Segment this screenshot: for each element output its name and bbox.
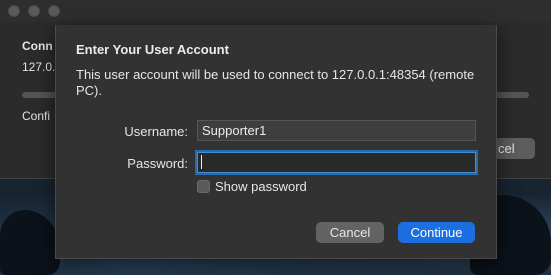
parent-heading: Conn [22, 39, 53, 53]
username-field[interactable] [197, 120, 476, 141]
username-label: Username: [124, 124, 188, 139]
text-caret [201, 155, 202, 169]
show-password-label[interactable]: Show password [215, 179, 307, 194]
user-account-dialog: Enter Your User Account This user accoun… [55, 25, 497, 259]
close-window-icon[interactable] [8, 5, 20, 17]
password-label: Password: [127, 156, 188, 171]
parent-status: Confi [22, 109, 51, 123]
dialog-message: This user account will be used to connec… [76, 67, 475, 98]
minimize-window-icon[interactable] [28, 5, 40, 17]
show-password-checkbox[interactable] [197, 180, 210, 193]
password-field[interactable] [197, 152, 476, 173]
dialog-title: Enter Your User Account [76, 42, 229, 57]
continue-button[interactable]: Continue [398, 222, 475, 243]
parent-address: 127.0. [22, 60, 56, 74]
zoom-window-icon[interactable] [48, 5, 60, 17]
wallpaper-rock [0, 210, 60, 275]
parent-titlebar [0, 0, 551, 22]
cancel-button[interactable]: Cancel [316, 222, 384, 243]
